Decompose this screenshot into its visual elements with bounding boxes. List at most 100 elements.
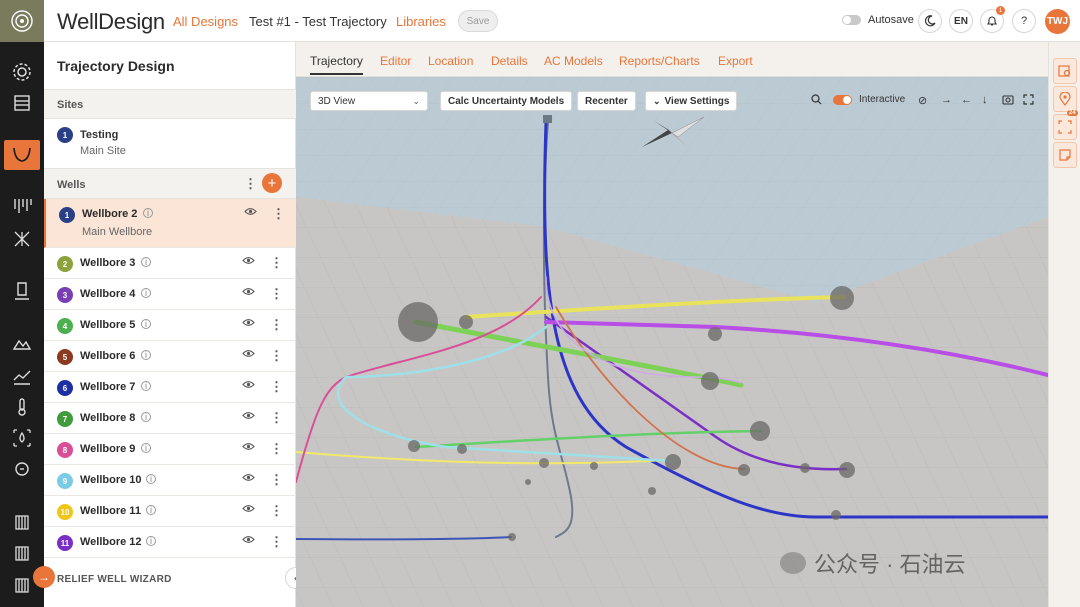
layers-icon[interactable] — [10, 91, 34, 115]
target-marker[interactable] — [831, 510, 841, 520]
well-row[interactable]: 5 Wellbore 6 i ⋮ — [44, 341, 296, 372]
recenter-button[interactable]: Recenter — [577, 91, 636, 111]
tab-reports-charts[interactable]: Reports/Charts — [619, 54, 700, 68]
eye-icon[interactable] — [242, 287, 255, 299]
fullscreen-icon[interactable] — [1023, 94, 1034, 108]
info-icon[interactable]: i — [141, 443, 151, 453]
target-marker[interactable] — [525, 479, 531, 485]
thermometer-icon[interactable] — [10, 395, 34, 419]
avatar[interactable]: TWJ — [1045, 9, 1070, 34]
info-icon[interactable]: i — [143, 208, 153, 218]
gear-alt-icon[interactable] — [10, 457, 34, 481]
info-icon[interactable]: i — [141, 288, 151, 298]
well-menu-button[interactable]: ⋮ — [272, 207, 285, 220]
settings-icon[interactable] — [10, 60, 34, 84]
well-row[interactable]: 9 Wellbore 10 i ⋮ — [44, 465, 296, 496]
well-row[interactable]: 2 Wellbore 3 i ⋮ — [44, 248, 296, 279]
well-row[interactable]: 1 Wellbore 2 i Main Wellbore ⋮ — [44, 199, 296, 248]
well-menu-button[interactable]: ⋮ — [270, 380, 283, 393]
info-icon[interactable]: i — [141, 350, 151, 360]
dark-mode-button[interactable] — [918, 9, 942, 33]
info-icon[interactable]: i — [141, 412, 151, 422]
wells-icon[interactable] — [10, 195, 34, 219]
well-menu-button[interactable]: ⋮ — [270, 411, 283, 424]
save-button[interactable]: Save — [458, 10, 498, 32]
target-marker[interactable] — [800, 463, 810, 473]
target-marker[interactable] — [750, 421, 770, 441]
map-search-button[interactable] — [1053, 58, 1077, 84]
target-marker[interactable] — [398, 302, 438, 342]
target-marker[interactable] — [459, 315, 473, 329]
target-marker[interactable] — [590, 462, 598, 470]
eye-icon[interactable] — [242, 411, 255, 423]
location-pin-button[interactable] — [1053, 86, 1077, 112]
app-logo-icon[interactable] — [0, 0, 44, 42]
target-marker[interactable] — [708, 327, 722, 341]
nav-all-designs[interactable]: All Designs — [173, 14, 238, 29]
target-marker[interactable] — [665, 454, 681, 470]
eye-icon[interactable] — [242, 442, 255, 454]
well-row[interactable]: 3 Wellbore 4 i ⋮ — [44, 279, 296, 310]
well-menu-button[interactable]: ⋮ — [270, 287, 283, 300]
info-icon[interactable]: i — [141, 319, 151, 329]
target-marker[interactable] — [830, 286, 854, 310]
language-button[interactable]: EN — [949, 9, 973, 33]
info-icon[interactable]: i — [141, 257, 151, 267]
well-row[interactable]: 4 Wellbore 5 i ⋮ — [44, 310, 296, 341]
tab-location[interactable]: Location — [428, 54, 473, 68]
autosave-control[interactable]: Autosave — [842, 14, 914, 26]
target-marker[interactable] — [738, 464, 750, 476]
trajectory-icon[interactable] — [4, 140, 40, 170]
arrow-right-icon[interactable]: → — [941, 94, 952, 106]
well-menu-button[interactable]: ⋮ — [270, 318, 283, 331]
calc-uncertainty-button[interactable]: Calc Uncertainty Models — [440, 91, 573, 111]
help-button[interactable]: ? — [1012, 9, 1036, 33]
target-marker[interactable] — [839, 462, 855, 478]
3d-viewport[interactable]: 3D View ⌄ Calc Uncertainty Models Recent… — [296, 77, 1048, 607]
info-icon[interactable]: i — [146, 505, 156, 515]
view-mode-select[interactable]: 3D View ⌄ — [310, 91, 428, 111]
drop-expand-icon[interactable] — [10, 426, 34, 450]
eye-icon[interactable] — [242, 504, 255, 516]
eye-icon[interactable] — [242, 349, 255, 361]
well-row[interactable]: 11 Wellbore 12 i ⋮ — [44, 527, 296, 558]
well-menu-button[interactable]: ⋮ — [270, 473, 283, 486]
hide-icon[interactable]: ⊘ — [918, 94, 927, 107]
notifications-button[interactable]: 1 — [980, 6, 1005, 33]
eye-icon[interactable] — [242, 256, 255, 268]
eye-icon[interactable] — [242, 473, 255, 485]
target-marker[interactable] — [457, 444, 467, 454]
tab-trajectory[interactable]: Trajectory — [310, 54, 363, 75]
well-row[interactable]: 10 Wellbore 11 i ⋮ — [44, 496, 296, 527]
nav-libraries[interactable]: Libraries — [396, 14, 446, 29]
eye-icon[interactable] — [242, 535, 255, 547]
wells-menu-button[interactable]: ⋮ — [244, 177, 257, 190]
add-well-button[interactable]: + — [262, 173, 282, 193]
info-icon[interactable]: i — [141, 381, 151, 391]
database-alt-icon[interactable] — [10, 541, 34, 565]
well-row[interactable]: 6 Wellbore 7 i ⋮ — [44, 372, 296, 403]
tab-editor[interactable]: Editor — [380, 54, 411, 68]
terrain-icon[interactable] — [10, 331, 34, 355]
trajectory-scene[interactable] — [296, 77, 1048, 607]
info-icon[interactable]: i — [146, 474, 156, 484]
well-row[interactable]: 7 Wellbore 8 i ⋮ — [44, 403, 296, 434]
well-menu-button[interactable]: ⋮ — [270, 535, 283, 548]
site-item[interactable]: 1 Testing Main Site — [44, 119, 296, 167]
target-marker[interactable] — [539, 458, 549, 468]
database-icon[interactable] — [10, 510, 34, 534]
target-marker[interactable] — [648, 487, 656, 495]
interactive-toggle[interactable] — [833, 95, 852, 105]
branch-icon[interactable] — [10, 227, 34, 251]
wellhead-marker[interactable] — [543, 115, 552, 123]
target-marker[interactable] — [408, 440, 420, 452]
info-icon[interactable]: i — [146, 536, 156, 546]
eye-icon[interactable] — [242, 380, 255, 392]
chart-line-icon[interactable] — [10, 364, 34, 388]
arrow-down-icon[interactable]: ↓ — [982, 94, 988, 106]
view-settings-button[interactable]: ⌄ View Settings — [645, 91, 738, 111]
relief-well-wizard[interactable]: RELIEF WELL WIZARD — [57, 574, 172, 585]
target-marker[interactable] — [508, 533, 516, 541]
eye-icon[interactable] — [242, 318, 255, 330]
arrow-left-icon[interactable]: ← — [961, 94, 972, 106]
